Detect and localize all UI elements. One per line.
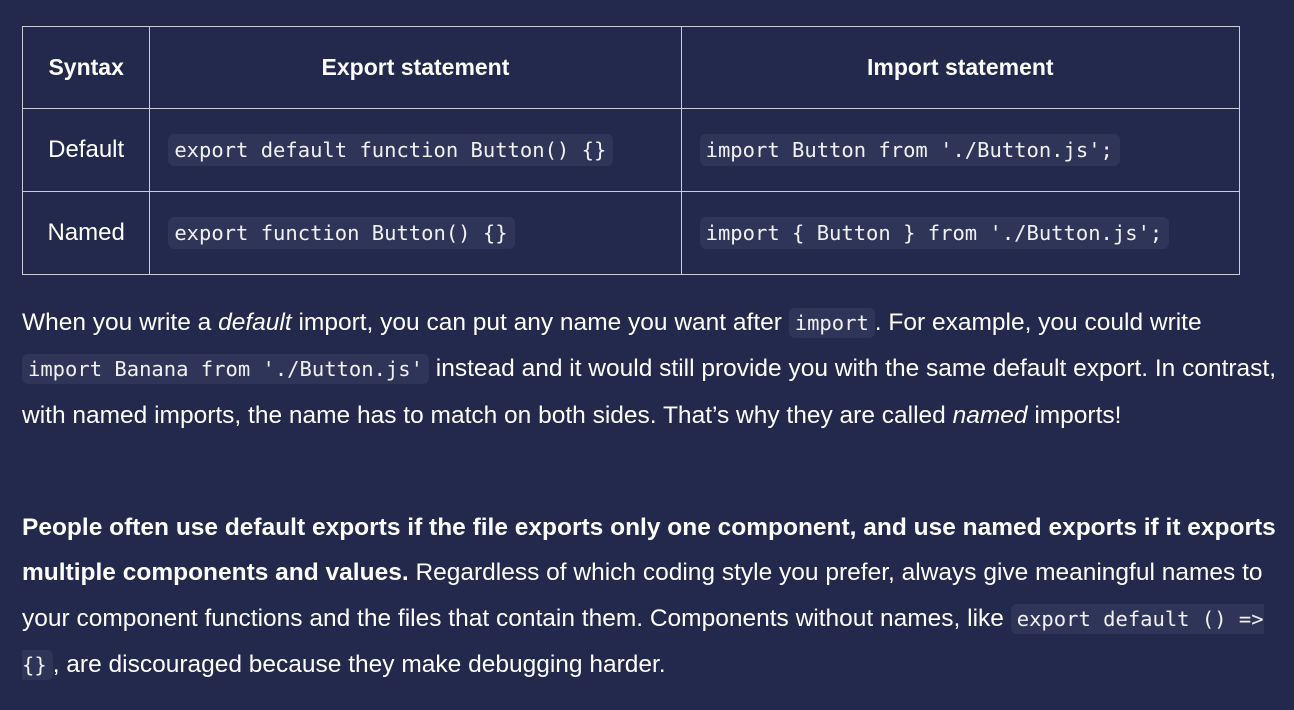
header-export-statement: Export statement — [149, 26, 682, 109]
export-cell-named: export function Button() {} — [149, 191, 682, 275]
export-import-table: Syntax Export statement Import statement… — [21, 26, 1241, 275]
import-cell-default: import Button from './Button.js'; — [680, 108, 1241, 192]
row-label-named: Named — [21, 191, 151, 275]
page: Syntax Export statement Import statement… — [0, 0, 1294, 710]
header-syntax: Syntax — [21, 26, 151, 109]
header-import-statement: Import statement — [680, 26, 1241, 109]
export-code-named: export function Button() {} — [168, 217, 515, 249]
p1-text-2: import, you can put any name you want af… — [291, 309, 789, 336]
p1-text-3: . For example, you could write — [874, 309, 1202, 336]
table-row-named: Named export function Button() {} import… — [21, 191, 1241, 275]
import-cell-named: import { Button } from './Button.js'; — [680, 191, 1241, 275]
table-header-row: Syntax Export statement Import statement — [21, 26, 1241, 109]
export-code-default: export default function Button() {} — [168, 134, 614, 166]
p1-text-5: imports! — [1027, 401, 1122, 429]
paragraph-export-advice: People often use default exports if the … — [22, 505, 1277, 688]
paragraph-default-import-naming: When you write a default import, you can… — [22, 300, 1277, 438]
p1-emphasis-default: default — [218, 309, 292, 336]
p1-inline-code-import: import — [788, 308, 875, 338]
p1-emphasis-named: named — [952, 401, 1028, 429]
row-label-default: Default — [21, 108, 151, 192]
table-row-default: Default export default function Button()… — [21, 108, 1241, 192]
p1-inline-code-banana: import Banana from './Button.js' — [22, 354, 429, 385]
p1-text-1: When you write a — [22, 309, 219, 336]
export-cell-default: export default function Button() {} — [149, 108, 682, 192]
import-code-named: import { Button } from './Button.js'; — [699, 217, 1170, 249]
import-code-default: import Button from './Button.js'; — [699, 134, 1120, 166]
p2-text-2: , are discouraged because they make debu… — [52, 650, 666, 678]
